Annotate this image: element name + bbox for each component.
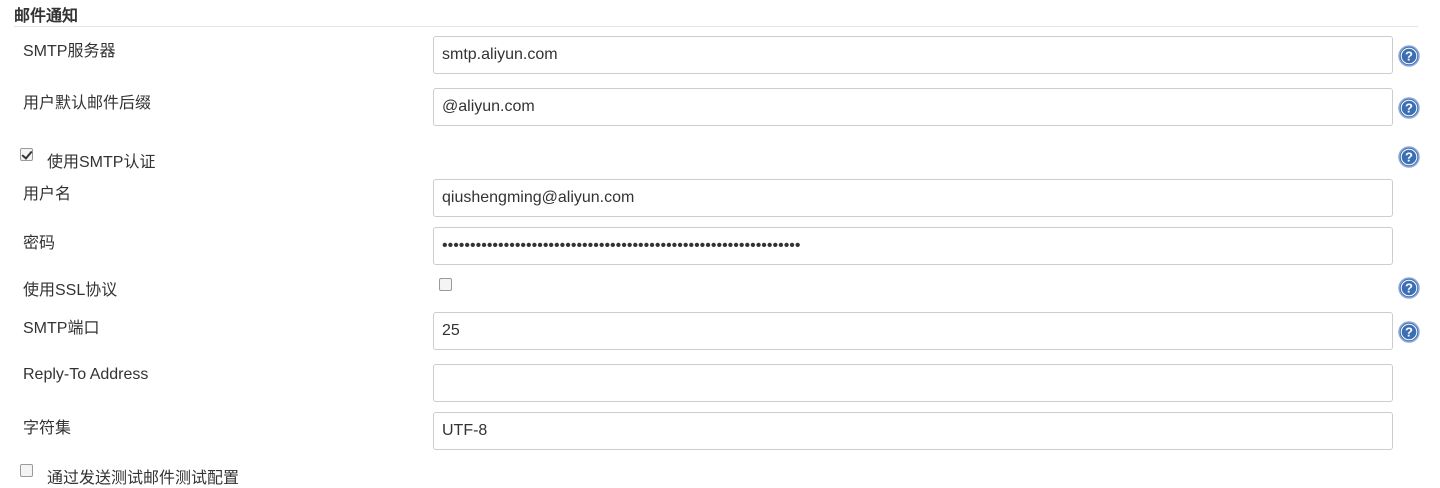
use-ssl-label: 使用SSL协议	[23, 282, 118, 299]
default-suffix-label: 用户默认邮件后缀	[23, 95, 152, 112]
password-input[interactable]	[433, 227, 1393, 265]
reply-to-label: Reply-To Address	[23, 366, 149, 383]
help-icon[interactable]: ?	[1398, 97, 1420, 119]
help-icon[interactable]: ?	[1398, 146, 1420, 168]
smtp-port-label: SMTP端口	[23, 320, 100, 337]
use-smtp-auth-label: 使用SMTP认证	[47, 154, 156, 171]
use-ssl-checkbox[interactable]	[439, 278, 452, 291]
password-label: 密码	[23, 235, 56, 252]
smtp-server-label: SMTP服务器	[23, 43, 116, 60]
help-icon[interactable]: ?	[1398, 321, 1420, 343]
smtp-port-input[interactable]	[433, 312, 1393, 350]
username-input[interactable]	[433, 179, 1393, 217]
charset-label: 字符集	[23, 420, 72, 437]
charset-input[interactable]	[433, 412, 1393, 450]
svg-text:?: ?	[1405, 281, 1413, 296]
help-icon[interactable]: ?	[1398, 277, 1420, 299]
test-config-checkbox[interactable]	[20, 464, 33, 477]
default-suffix-input[interactable]	[433, 88, 1393, 126]
svg-text:?: ?	[1405, 101, 1413, 116]
test-config-label: 通过发送测试邮件测试配置	[47, 470, 240, 487]
help-icon[interactable]: ?	[1398, 45, 1420, 67]
section-title: 邮件通知	[14, 8, 79, 25]
svg-text:?: ?	[1405, 325, 1413, 340]
reply-to-input[interactable]	[433, 364, 1393, 402]
smtp-server-input[interactable]	[433, 36, 1393, 74]
use-smtp-auth-checkbox[interactable]	[20, 148, 33, 161]
svg-text:?: ?	[1405, 49, 1413, 64]
svg-text:?: ?	[1405, 150, 1413, 165]
username-label: 用户名	[23, 186, 72, 203]
section-divider	[14, 26, 1418, 27]
